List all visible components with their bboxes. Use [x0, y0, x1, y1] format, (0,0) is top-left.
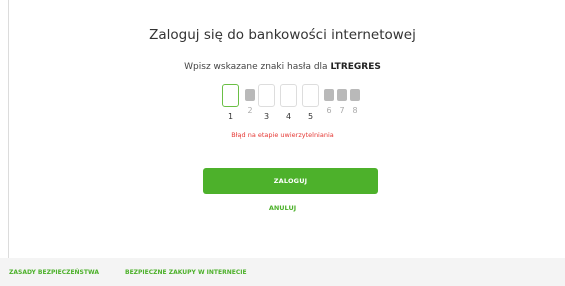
- password-char-7-blocked: [337, 89, 347, 101]
- password-char-1-field[interactable]: [222, 84, 239, 107]
- password-char-3-field[interactable]: [258, 84, 275, 107]
- password-char-5-field[interactable]: [302, 84, 319, 107]
- char-position-3: 3: [263, 112, 270, 121]
- username-label: LTREGRES: [330, 62, 381, 72]
- char-position-6: 6: [326, 106, 332, 115]
- login-button[interactable]: ZALOGUJ: [203, 168, 378, 194]
- char-position-2: 2: [247, 106, 253, 115]
- password-instruction: Wpisz wskazane znaki hasła dla LTREGRES: [0, 62, 565, 72]
- cancel-link[interactable]: ANULUJ: [0, 204, 565, 212]
- char-position-1: 1: [227, 112, 234, 121]
- char-position-7: 7: [339, 106, 345, 115]
- security-rules-link[interactable]: ZASADY BEZPIECZEŃSTWA: [9, 269, 99, 276]
- password-char-4-field[interactable]: [280, 84, 297, 107]
- password-char-2-blocked: [245, 89, 255, 101]
- instruction-text: Wpisz wskazane znaki hasła dla: [184, 62, 331, 72]
- page-title: Zaloguj się do bankowości internetowej: [149, 27, 416, 43]
- char-position-4: 4: [285, 112, 292, 121]
- password-mask: 1 2 3 4 5 6 7 8: [0, 84, 565, 124]
- char-position-8: 8: [352, 106, 358, 115]
- char-position-5: 5: [307, 112, 314, 121]
- footer: ZASADY BEZPIECZEŃSTWA BEZPIECZNE ZAKUPY …: [0, 258, 565, 286]
- authentication-error-message: Błąd na etapie uwierzytelniania: [231, 131, 334, 139]
- password-char-8-blocked: [350, 89, 360, 101]
- safe-shopping-link[interactable]: BEZPIECZNE ZAKUPY W INTERNECIE: [125, 269, 247, 276]
- password-char-6-blocked: [324, 89, 334, 101]
